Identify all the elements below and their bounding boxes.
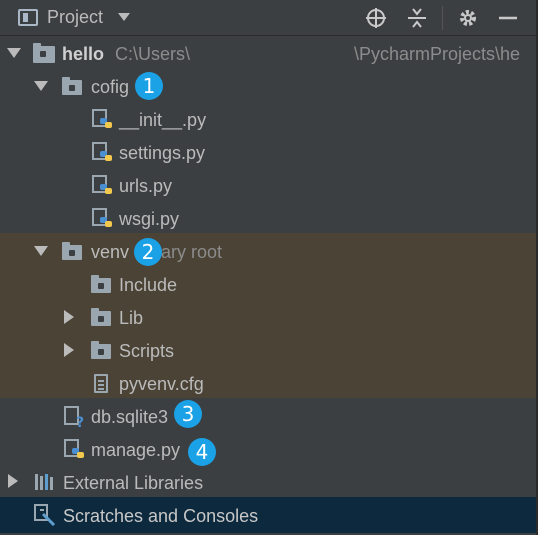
folder-name: venv [91,242,130,262]
tree-row-file[interactable]: wsgi.py [0,202,538,235]
project-tool-window-header: Project [0,0,538,36]
toolbar-separator [442,6,443,30]
tree-row-root[interactable]: hello C:\Users\ \PycharmProjects\he [0,37,538,70]
folder-icon [91,341,111,359]
tree-row-folder[interactable]: Lib [0,301,538,334]
annotation-badge: 2 [134,238,162,266]
project-view-title[interactable]: Project [47,7,103,28]
file-name: manage.py [91,440,181,460]
expand-arrow-icon[interactable] [64,343,74,357]
annotation-badge: 3 [174,400,202,428]
chevron-down-icon[interactable] [118,13,130,21]
annotation-badge: 1 [135,72,163,100]
tree-row-scratches[interactable]: Scratches and Consoles [0,499,538,532]
gear-icon[interactable] [456,6,480,30]
root-path-tail: \PycharmProjects\he [354,44,521,64]
expand-arrow-icon[interactable] [64,310,74,324]
root-folder-name: hello [62,44,105,64]
file-name: settings.py [119,143,206,163]
tree-row-external-libraries[interactable]: External Libraries [0,466,538,499]
expand-arrow-icon[interactable] [8,474,18,488]
file-name: urls.py [119,176,173,196]
tree-row-manage[interactable]: manage.py 4 [0,433,538,466]
folder-name: Scripts [119,341,175,361]
file-name: pyvenv.cfg [119,374,204,394]
python-file-icon [64,439,84,458]
tree-row-file[interactable]: pyvenv.cfg [0,367,538,400]
folder-icon [33,43,55,63]
expand-arrow-icon[interactable] [34,81,48,91]
tree-label: External Libraries [63,473,204,493]
package-folder-icon [62,77,82,95]
root-path: C:\Users\ [115,44,191,64]
text-file-icon [94,374,108,393]
annotation-badge: 4 [188,438,216,466]
file-name: wsgi.py [119,209,180,229]
folder-name: cofig [91,77,130,97]
library-icon [35,474,53,490]
project-view-icon [18,9,38,26]
tree-row-file[interactable]: urls.py [0,169,538,202]
tree-row-file[interactable]: __init__.py [0,103,538,136]
svg-text:?: ? [76,415,84,428]
file-name: db.sqlite3 [91,407,169,427]
expand-arrow-icon[interactable] [7,48,21,58]
folder-icon [91,308,111,326]
folder-icon [62,242,82,260]
minimize-icon[interactable] [496,6,520,30]
python-file-icon [92,175,112,194]
tree-row-venv[interactable]: venv library root 2 [0,235,538,268]
collapse-all-icon[interactable] [405,6,429,30]
folder-name: Lib [119,308,144,328]
tree-row-db[interactable]: ? db.sqlite3 3 [0,400,538,433]
tree-row-cofig[interactable]: cofig 1 [0,70,538,103]
tree-row-folder[interactable]: Include [0,268,538,301]
python-file-icon [92,208,112,227]
file-name: __init__.py [119,110,207,130]
folder-name: Include [119,275,178,295]
python-file-icon [92,109,112,128]
locate-icon[interactable] [364,6,388,30]
unknown-file-icon: ? [64,406,84,428]
scratches-icon [34,504,56,526]
tree-row-file[interactable]: settings.py [0,136,538,169]
tree-row-folder[interactable]: Scripts [0,334,538,367]
expand-arrow-icon[interactable] [34,246,48,256]
python-file-icon [92,142,112,161]
folder-icon [91,275,111,293]
tree-label: Scratches and Consoles [63,506,259,526]
